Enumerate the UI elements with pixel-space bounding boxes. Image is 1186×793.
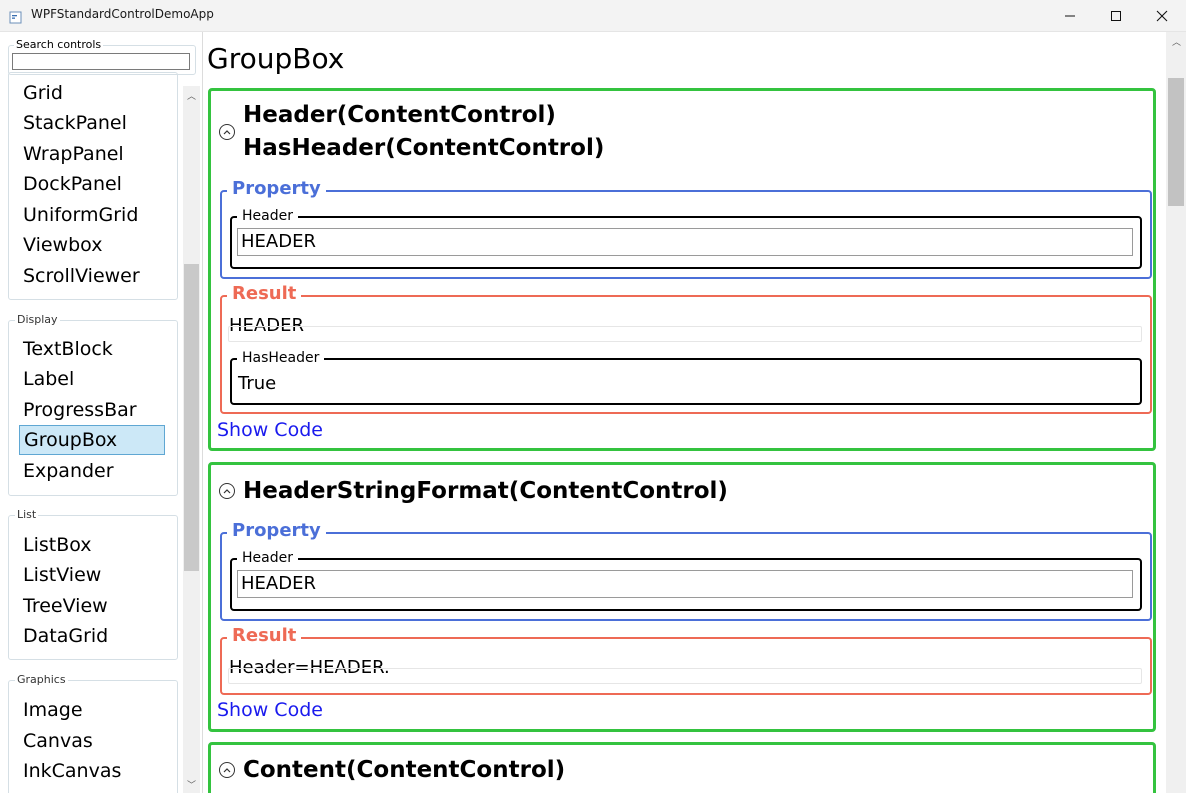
demo-heading: Header(ContentControl) HasHeader(Content… (243, 99, 604, 165)
sidebar-item-textblock[interactable]: TextBlock (19, 335, 165, 363)
property-group: Property Header HEADER (220, 178, 1152, 279)
sidebar-item-treeview[interactable]: TreeView (19, 592, 165, 620)
scrollbar-thumb[interactable] (184, 264, 199, 571)
sidebar-scrollbar[interactable]: ︿ ﹀ (183, 86, 200, 793)
demo-heading-line: Header(ContentControl) (243, 102, 556, 128)
field-label: HasHeader (237, 350, 325, 366)
demo-heading-line: HasHeader(ContentControl) (243, 135, 605, 161)
category-label: List (15, 508, 39, 521)
field-label: Header (237, 208, 298, 224)
category-display: Display TextBlock Label ProgressBar Grou… (8, 313, 178, 496)
show-code-link[interactable]: Show Code (217, 419, 323, 441)
sidebar-item-canvas[interactable]: Canvas (19, 727, 165, 755)
hasheader-field-group: HasHeader True (230, 350, 1142, 405)
app-icon (9, 9, 22, 24)
sidebar-item-progressbar[interactable]: ProgressBar (19, 396, 165, 424)
sidebar-item-listview[interactable]: ListView (19, 561, 165, 589)
category-layout: Grid StackPanel WrapPanel DockPanel Unif… (8, 72, 178, 300)
sidebar-item-image[interactable]: Image (19, 696, 165, 724)
sidebar-item-stackpanel[interactable]: StackPanel (19, 109, 165, 137)
chevron-up-icon (223, 768, 231, 773)
demo-groupbox: Header(ContentControl) HasHeader(Content… (208, 88, 1156, 451)
search-input[interactable] (12, 53, 190, 70)
result-group: Result HEADER HasHeader True (220, 283, 1152, 414)
main-content: GroupBox Header(ContentControl) HasHeade… (203, 32, 1166, 793)
maximize-icon (1111, 11, 1121, 21)
category-label: Display (15, 313, 60, 326)
sidebar-item-label[interactable]: Label (19, 365, 165, 393)
sidebar-item-datagrid[interactable]: DataGrid (19, 622, 165, 650)
category-label: Graphics (15, 673, 68, 686)
main-scrollbar[interactable]: ︿ (1166, 32, 1186, 793)
demo-heading: HeaderStringFormat(ContentControl) (243, 475, 728, 508)
category-list: List ListBox ListView TreeView DataGrid (8, 508, 178, 660)
scrollbar-thumb[interactable] (1168, 78, 1184, 206)
sidebar-item-grid[interactable]: Grid (19, 79, 165, 107)
close-icon (1156, 10, 1168, 22)
demo-heading: Content(ContentControl) (243, 754, 565, 787)
result-group: Result Header=HEADER. (220, 625, 1152, 695)
result-label: Result (227, 283, 302, 304)
demo-heading-line: HeaderStringFormat(ContentControl) (243, 478, 728, 504)
chevron-up-icon (223, 489, 231, 494)
sidebar-item-groupbox[interactable]: GroupBox (19, 425, 165, 455)
page-title: GroupBox (207, 42, 345, 75)
title-bar: WPFStandardControlDemoApp (0, 0, 1186, 32)
sidebar-item-viewbox[interactable]: Viewbox (19, 231, 165, 259)
minimize-icon (1065, 15, 1075, 17)
sidebar-item-inkcanvas[interactable]: InkCanvas (19, 757, 165, 785)
header-input[interactable]: HEADER (237, 570, 1133, 598)
result-divider (228, 326, 1142, 342)
property-label: Property (227, 178, 326, 199)
demo-heading-line: Content(ContentControl) (243, 757, 566, 783)
scroll-down-icon[interactable]: ﹀ (187, 778, 196, 791)
sidebar-item-dockpanel[interactable]: DockPanel (19, 170, 165, 198)
property-group: Property Header HEADER (220, 520, 1152, 621)
demo-groupbox: Content(ContentControl) (208, 742, 1156, 793)
category-graphics: Graphics Image Canvas InkCanvas (8, 673, 178, 793)
header-field-group: Header HEADER (230, 208, 1142, 269)
maximize-button[interactable] (1093, 0, 1139, 31)
close-button[interactable] (1139, 0, 1185, 31)
show-code-link[interactable]: Show Code (217, 699, 323, 721)
collapse-toggle-icon[interactable] (219, 762, 235, 778)
search-label: Search controls (14, 38, 104, 51)
field-label: Header (237, 550, 298, 566)
chevron-up-icon (223, 130, 231, 135)
search-group: Search controls (8, 38, 196, 75)
sidebar-item-uniformgrid[interactable]: UniformGrid (19, 201, 165, 229)
minimize-button[interactable] (1047, 0, 1093, 31)
sidebar-item-scrollviewer[interactable]: ScrollViewer (19, 262, 165, 290)
result-divider (228, 668, 1142, 684)
hasheader-value: True (238, 373, 277, 394)
collapse-toggle-icon[interactable] (219, 483, 235, 499)
sidebar-item-listbox[interactable]: ListBox (19, 531, 165, 559)
result-label: Result (227, 625, 302, 646)
collapse-toggle-icon[interactable] (219, 124, 235, 140)
property-label: Property (227, 520, 326, 541)
sidebar-item-wrappanel[interactable]: WrapPanel (19, 140, 165, 168)
sidebar-item-expander[interactable]: Expander (19, 457, 165, 485)
scroll-up-icon[interactable]: ︿ (187, 89, 196, 102)
control-list-pane: Search controls Grid StackPanel WrapPane… (0, 32, 203, 793)
window-title: WPFStandardControlDemoApp (31, 7, 214, 21)
header-input[interactable]: HEADER (237, 228, 1133, 256)
demo-groupbox: HeaderStringFormat(ContentControl) Prope… (208, 462, 1156, 732)
scroll-up-icon[interactable]: ︿ (1172, 35, 1181, 48)
header-field-group: Header HEADER (230, 550, 1142, 611)
